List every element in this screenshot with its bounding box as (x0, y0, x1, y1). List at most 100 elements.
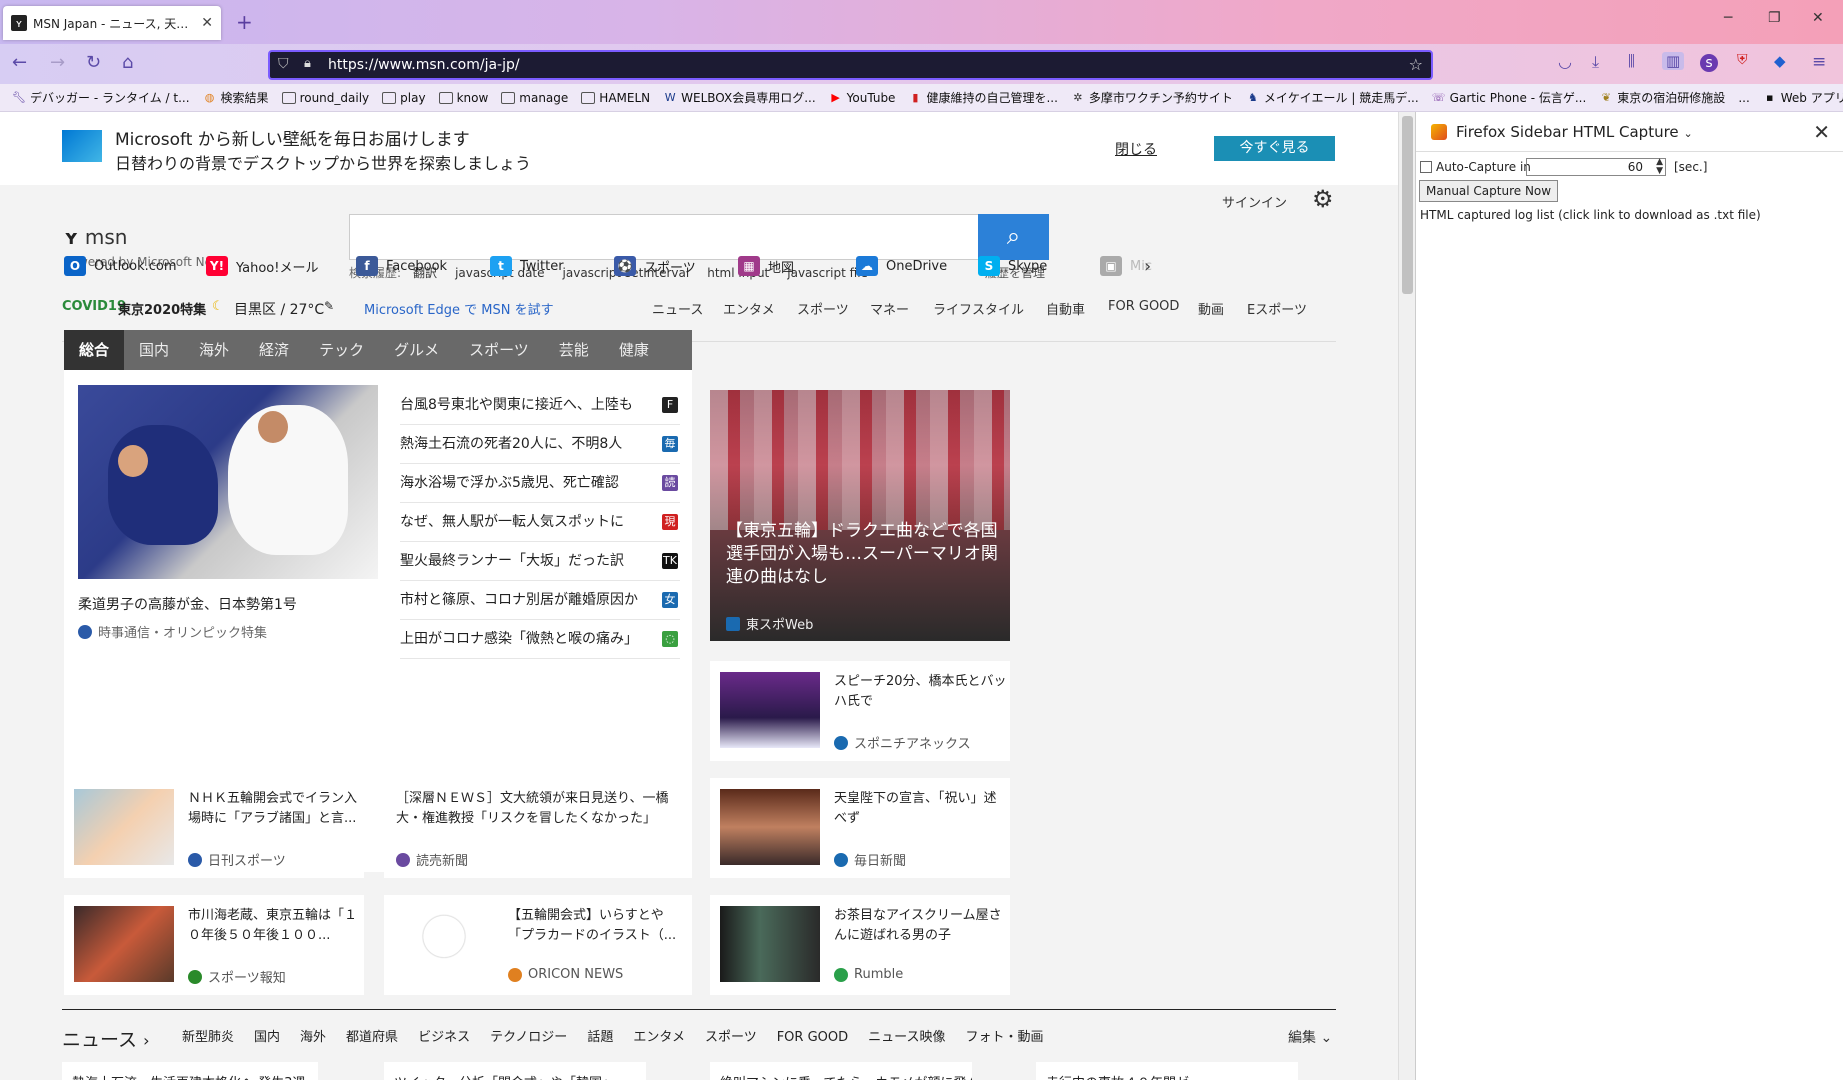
bookmark-item[interactable]: ☏ Gartic Phone - 伝言ゲ... (1432, 89, 1587, 106)
tracking-shield-icon[interactable]: ⛉ (278, 56, 289, 72)
url-text[interactable]: https://www.msn.com/ja-jp/ (328, 57, 520, 73)
story-card[interactable]: ＮＨＫ五輪開会式でイラン入場時に「アラブ諸国」と言... 日刊スポーツ (64, 778, 364, 878)
story-card-thumbnail[interactable] (720, 789, 820, 865)
extension-diamond-icon[interactable]: ◆ (1774, 52, 1786, 70)
restore-icon[interactable]: ❐ (1768, 10, 1781, 26)
quicklink-[interactable]: ⚽ スポーツ (614, 256, 696, 276)
reload-icon[interactable]: ↻ (86, 52, 101, 73)
category-tab[interactable]: グルメ (379, 330, 454, 370)
covid-link[interactable]: COVID19 (62, 299, 126, 314)
headline-item[interactable]: 台風8号東北や関東に接近へ、上陸も F (400, 386, 680, 425)
bookmark-item[interactable]: round_daily (281, 91, 369, 105)
topic-link[interactable]: Eスポーツ (1247, 299, 1307, 318)
headline-item[interactable]: 上田がコロナ感染「微熱と喉の痛み」 ◌ (400, 620, 680, 659)
headline-item[interactable]: なぜ、無人駅が一転人気スポットに 現 (400, 503, 680, 542)
lead-story-image[interactable] (78, 385, 378, 579)
pocket-icon[interactable]: ◡ (1558, 52, 1572, 71)
story-card-thumbnail[interactable] (720, 672, 820, 748)
news-nav-link[interactable]: FOR GOOD (777, 1030, 848, 1045)
bookmark-item[interactable]: ◍ 検索結果 (203, 89, 269, 106)
new-tab-icon[interactable]: + (236, 10, 253, 34)
story-card-title[interactable]: ［深層ＮＥＷＳ］文大統領が来日見送り、一橋大・権進教授「リスクを冒したくなかった… (396, 789, 676, 829)
category-tab[interactable]: 総合 (64, 330, 125, 370)
chevron-right-icon[interactable]: › (1144, 256, 1151, 277)
bookmark-item[interactable]: ... (1738, 91, 1749, 105)
url-bar[interactable]: ⛉ 🔒︎ https://www.msn.com/ja-jp/ ☆ (268, 50, 1433, 80)
bookmark-item[interactable]: 🔧︎ デバッガー - ランタイム / t... (12, 89, 190, 106)
back-icon[interactable]: ← (12, 52, 27, 73)
search-button[interactable]: ⌕ (978, 214, 1049, 260)
topic-link[interactable]: ニュース (652, 299, 703, 318)
extension-s-icon[interactable]: s (1700, 54, 1718, 72)
bottom-story-tile[interactable]: 絶叫マシンに乗ってたら、カモメが顔に飛んで (710, 1062, 972, 1080)
story-card[interactable]: 【五輪開会式】いらすとや「プラカードのイラスト（... ORICON NEWS (384, 895, 692, 995)
news-nav-link[interactable]: フォト・動画 (966, 1030, 1044, 1045)
scrollbar-thumb[interactable] (1402, 116, 1413, 294)
bottom-story-tile[interactable]: 熱海土石流、生活再建本格化へ 発生3週 (62, 1062, 318, 1080)
news-nav-link[interactable]: ビジネス (418, 1030, 470, 1045)
story-card[interactable]: ［深層ＮＥＷＳ］文大統領が来日見送り、一橋大・権進教授「リスクを冒したくなかった… (384, 778, 692, 878)
topic-link[interactable]: 動画 (1198, 299, 1224, 318)
seconds-input[interactable]: 60 ▲ ▼ (1526, 158, 1666, 176)
quicklink-yahoo[interactable]: Y! Yahoo!メール (206, 256, 318, 276)
sidebar-title[interactable]: Firefox Sidebar HTML Capture ⌄ (1456, 123, 1693, 141)
topic-link[interactable]: マネー (870, 299, 909, 318)
news-nav-link[interactable]: 都道府県 (346, 1030, 398, 1045)
story-card-title[interactable]: ＮＨＫ五輪開会式でイラン入場時に「アラブ諸国」と言... (188, 789, 362, 829)
signin-link[interactable]: サインイン (1222, 192, 1287, 211)
search-input[interactable]: ⌕ (349, 214, 1049, 260)
page-scrollbar[interactable] (1398, 112, 1415, 1080)
bookmark-item[interactable]: ♞ メイケイエール | 競走馬デ... (1246, 89, 1419, 106)
story-card[interactable]: スピーチ20分、橋本氏とバッハ氏で スポニチアネックス (710, 661, 1010, 761)
browser-tab[interactable]: ʏ MSN Japan - ニュース, 天気, メール ✕ (3, 6, 221, 40)
bookmark-star-icon[interactable]: ☆ (1409, 55, 1423, 74)
story-card[interactable]: 天皇陛下の宣言、「祝い」述べず 毎日新聞 (710, 778, 1010, 878)
minimize-icon[interactable]: ─ (1724, 10, 1732, 26)
bookmark-item[interactable]: ✲ 多摩市ワクチン予約サイト (1071, 89, 1233, 106)
category-tab[interactable]: 芸能 (544, 330, 604, 370)
story-card-title[interactable]: 【五輪開会式】いらすとや「プラカードのイラスト（... (508, 906, 682, 946)
topic-link[interactable]: エンタメ (723, 299, 775, 318)
topic-link[interactable]: スポーツ (797, 299, 849, 318)
bookmark-item[interactable]: play (382, 91, 426, 105)
sidebar-toggle-icon[interactable]: ▥ (1662, 52, 1685, 70)
news-nav-link[interactable]: 海外 (300, 1030, 326, 1045)
lead-story-caption[interactable]: 柔道男子の高藤が金、日本勢第1号 (78, 594, 297, 614)
quicklink-outlook-com[interactable]: O Outlook.com (64, 256, 177, 276)
headline-item[interactable]: 聖火最終ランナー「大坂」だった訳 TK (400, 542, 680, 581)
news-nav-link[interactable]: スポーツ (705, 1030, 757, 1045)
news-section-title[interactable]: ニュース › (62, 1025, 150, 1052)
headline-item[interactable]: 熱海土石流の死者20人に、不明8人 毎 (400, 425, 680, 464)
tokyo2020-link[interactable]: 東京2020特集 (118, 299, 206, 318)
bookmark-item[interactable]: ▶ YouTube (829, 91, 895, 105)
edit-link[interactable]: 編集 ⌄ (1288, 1027, 1332, 1047)
story-card[interactable]: 市川海老蔵、東京五輪は「１０年後５０年後１００... スポーツ報知 (64, 895, 364, 995)
bookmark-item[interactable]: HAMELN (581, 91, 650, 105)
close-window-icon[interactable]: ✕ (1812, 10, 1824, 26)
bookmark-item[interactable]: W WELBOX会員専用ログ... (663, 89, 816, 106)
news-nav-link[interactable]: テクノロジー (490, 1030, 567, 1045)
story-card-title[interactable]: 市川海老蔵、東京五輪は「１０年後５０年後１００... (188, 906, 362, 946)
feature-story[interactable]: 【東京五輪】ドラクエ曲などで各国選手団が入場も…スーパーマリオ関連の曲はなし 東… (710, 390, 1010, 641)
menu-icon[interactable]: ≡ (1812, 52, 1826, 72)
spinner-arrows-icon[interactable]: ▲ ▼ (1656, 158, 1663, 176)
story-card-thumbnail[interactable] (74, 906, 174, 982)
category-tab[interactable]: テック (304, 330, 379, 370)
topic-link[interactable]: ライフスタイル (933, 299, 1024, 318)
bookmark-item[interactable]: ▮ 健康維持の自己管理を... (908, 89, 1057, 106)
quicklink-[interactable]: ▦ 地図 (738, 256, 794, 276)
quicklink-twitter[interactable]: t Twitter (490, 256, 564, 276)
forward-icon[interactable]: → (50, 52, 65, 73)
headline-item[interactable]: 市村と篠原、コロナ別居が離婚原因か 女 (400, 581, 680, 620)
bookmark-item[interactable]: ❦ 東京の宿泊研修施設 (1599, 89, 1726, 106)
download-icon[interactable]: ⤓ (1592, 52, 1599, 72)
feature-caption[interactable]: 【東京五輪】ドラクエ曲などで各国選手団が入場も…スーパーマリオ関連の曲はなし (726, 520, 1001, 589)
lock-icon[interactable]: 🔒︎ (304, 56, 311, 71)
category-tab[interactable]: 健康 (604, 330, 664, 370)
news-nav-link[interactable]: 新型肺炎 (182, 1030, 234, 1045)
ublock-icon[interactable]: ⛨ (1737, 52, 1748, 68)
story-card-thumbnail[interactable] (720, 906, 820, 982)
news-nav-link[interactable]: 国内 (254, 1030, 280, 1045)
story-card-title[interactable]: 天皇陛下の宣言、「祝い」述べず (834, 789, 1008, 829)
topic-link[interactable]: 自動車 (1046, 299, 1085, 318)
